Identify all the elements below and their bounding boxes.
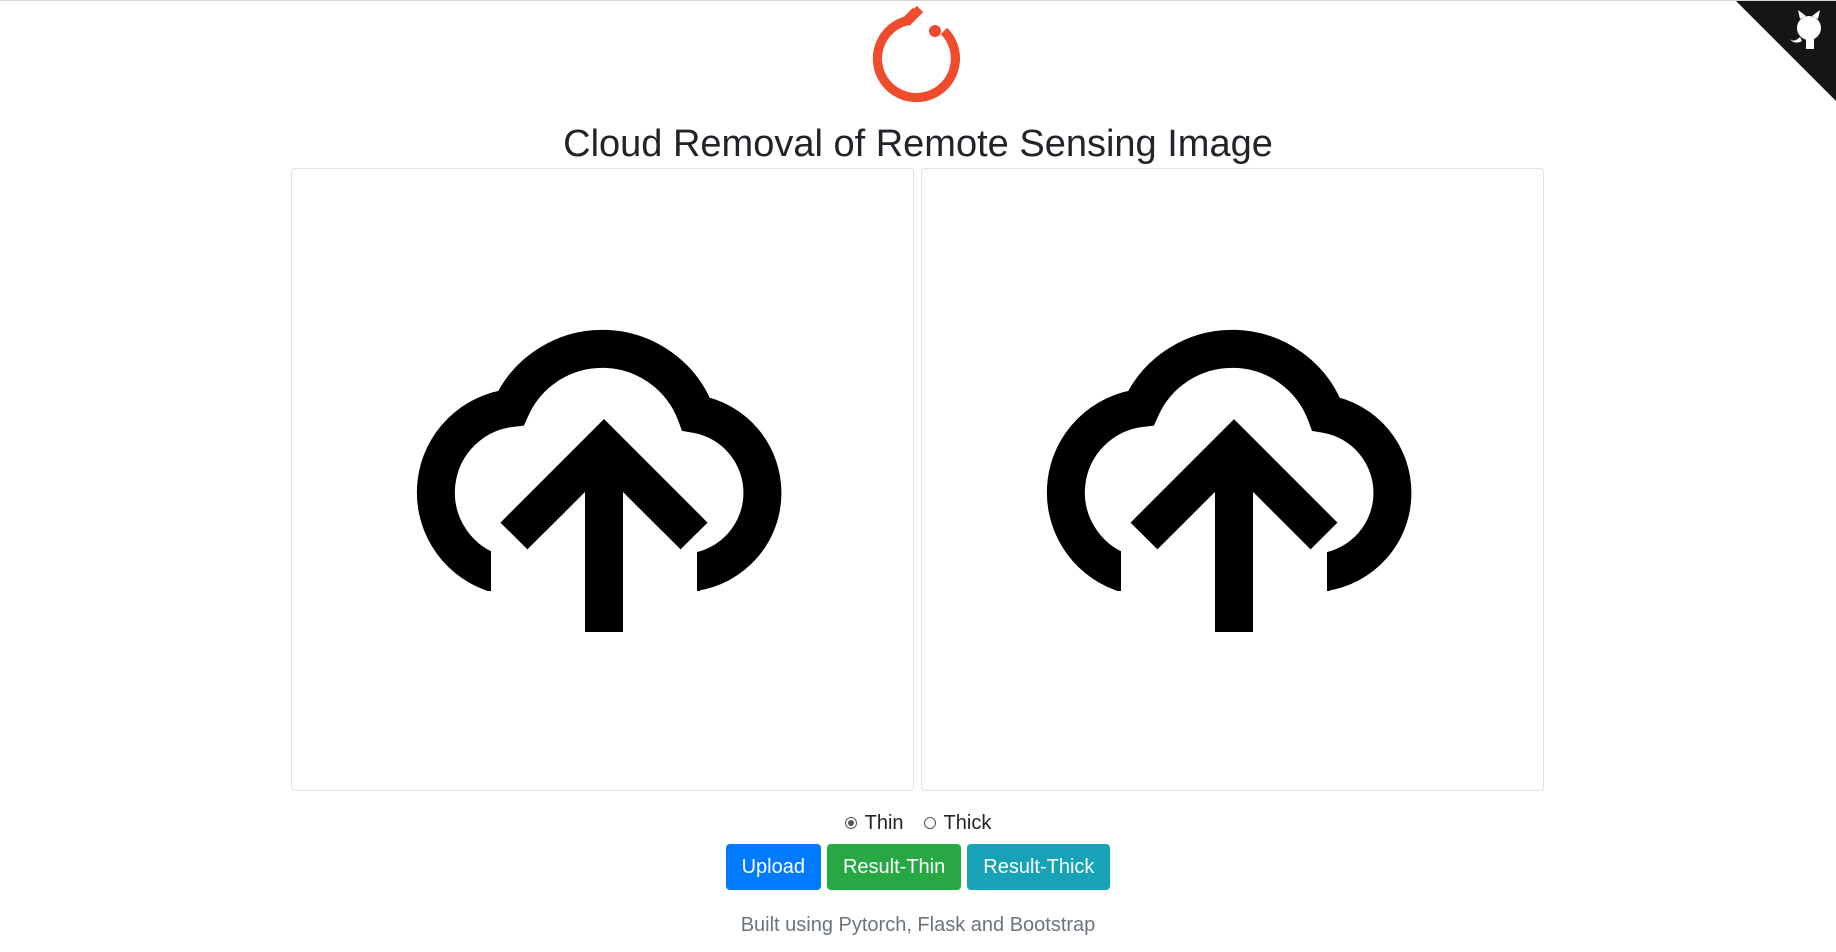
cloud-upload-icon: [1046, 329, 1412, 632]
github-corner-link[interactable]: [1736, 1, 1836, 101]
pytorch-logo-icon: [872, 5, 960, 103]
radio-thick[interactable]: Thick: [923, 810, 992, 836]
page: Cloud Removal of Remote Sensing Image Th…: [0, 0, 1836, 952]
radio-thick-indicator[interactable]: [923, 817, 936, 829]
page-title: Cloud Removal of Remote Sensing Image: [563, 123, 1273, 165]
result-thick-button[interactable]: Result-Thick: [967, 844, 1111, 890]
footer-text: Built using Pytorch, Flask and Bootstrap: [740, 914, 1096, 936]
result-image-panel[interactable]: [921, 168, 1544, 791]
radio-thin-indicator[interactable]: [844, 817, 857, 829]
radio-thin[interactable]: Thin: [844, 810, 904, 836]
upload-button[interactable]: Upload: [725, 844, 821, 890]
github-corner-background: [1736, 1, 1836, 101]
radio-thick-label: Thick: [943, 812, 992, 834]
input-image-panel[interactable]: [291, 168, 914, 791]
cloud-type-radio-group: Thin Thick: [0, 810, 1836, 836]
result-thin-button[interactable]: Result-Thin: [826, 844, 962, 890]
action-buttons: Upload Result-Thin Result-Thick: [0, 844, 1836, 890]
cloud-upload-icon: [416, 329, 782, 632]
radio-thin-label: Thin: [864, 812, 904, 834]
